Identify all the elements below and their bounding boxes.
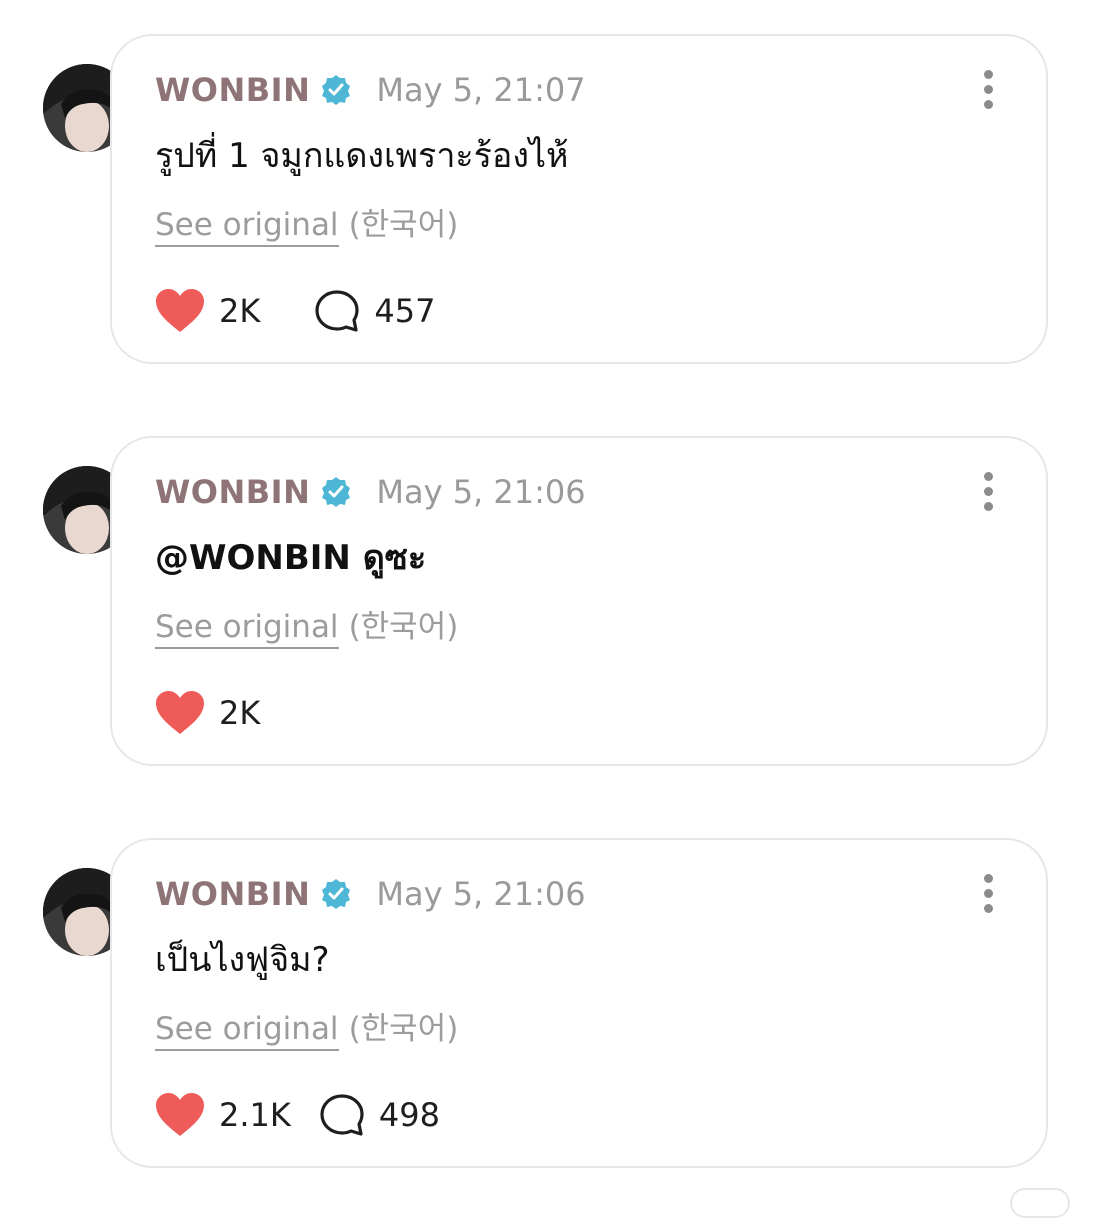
see-original-link[interactable]: See original (155, 207, 339, 247)
timestamp: May 5, 21:06 (376, 875, 586, 913)
speech-bubble-icon (320, 1094, 364, 1136)
post-card[interactable]: WONBIN May 5, 21:06 @WONBIN ดูซะ See ori… (110, 436, 1048, 766)
see-original-row: See original (한국어) (155, 1003, 459, 1051)
see-original-link[interactable]: See original (155, 609, 339, 649)
reply-button[interactable]: 498 (319, 1093, 440, 1137)
like-count: 2K (219, 292, 261, 330)
post-1: WONBIN May 5, 21:07 รูปที่ 1 จมูกแดงเพรา… (0, 34, 1095, 374)
post-text: @WONBIN ดูซะ (155, 538, 427, 578)
username[interactable]: WONBIN (155, 473, 310, 511)
verified-badge-icon (322, 75, 351, 105)
original-language: (한국어) (348, 609, 459, 645)
timestamp: May 5, 21:06 (376, 473, 586, 511)
verified-badge-icon (322, 477, 351, 507)
timestamp: May 5, 21:07 (376, 71, 586, 109)
like-button[interactable]: 2K (155, 690, 260, 736)
post-header: WONBIN May 5, 21:07 (155, 70, 586, 110)
post-card[interactable]: WONBIN May 5, 21:06 เป็นไงฟูจิม? See ori… (110, 838, 1048, 1168)
next-post-card-edge (1010, 1188, 1070, 1218)
reply-button[interactable]: 457 (314, 289, 435, 333)
more-vertical-icon[interactable] (982, 70, 994, 109)
verified-badge-icon (322, 879, 351, 909)
username[interactable]: WONBIN (155, 875, 310, 913)
reply-count: 498 (378, 1096, 440, 1134)
reply-count: 457 (374, 292, 436, 330)
post-text: เป็นไงฟูจิม? (155, 940, 330, 980)
heart-icon (156, 289, 204, 332)
post-3: WONBIN May 5, 21:06 เป็นไงฟูจิม? See ori… (0, 838, 1095, 1178)
post-actions: 2K 457 (155, 286, 435, 336)
post-header: WONBIN May 5, 21:06 (155, 472, 586, 512)
original-language: (한국어) (348, 207, 459, 243)
post-text: รูปที่ 1 จมูกแดงเพราะร้องไห้ (155, 136, 569, 176)
speech-bubble-icon (315, 290, 359, 332)
like-count: 2K (219, 694, 261, 732)
post-actions: 2K (155, 688, 260, 738)
see-original-link[interactable]: See original (155, 1011, 339, 1051)
post-header: WONBIN May 5, 21:06 (155, 874, 586, 914)
see-original-row: See original (한국어) (155, 199, 459, 247)
more-vertical-icon[interactable] (982, 472, 994, 511)
username[interactable]: WONBIN (155, 71, 310, 109)
like-button[interactable]: 2K (155, 288, 260, 334)
see-original-row: See original (한국어) (155, 601, 459, 649)
like-button[interactable]: 2.1K (155, 1092, 291, 1138)
like-count: 2.1K (219, 1096, 291, 1134)
post-2: WONBIN May 5, 21:06 @WONBIN ดูซะ See ori… (0, 436, 1095, 776)
more-vertical-icon[interactable] (982, 874, 994, 913)
original-language: (한국어) (348, 1011, 459, 1047)
post-actions: 2.1K 498 (155, 1090, 440, 1140)
heart-icon (156, 1093, 204, 1136)
heart-icon (156, 691, 204, 734)
post-card[interactable]: WONBIN May 5, 21:07 รูปที่ 1 จมูกแดงเพรา… (110, 34, 1048, 364)
